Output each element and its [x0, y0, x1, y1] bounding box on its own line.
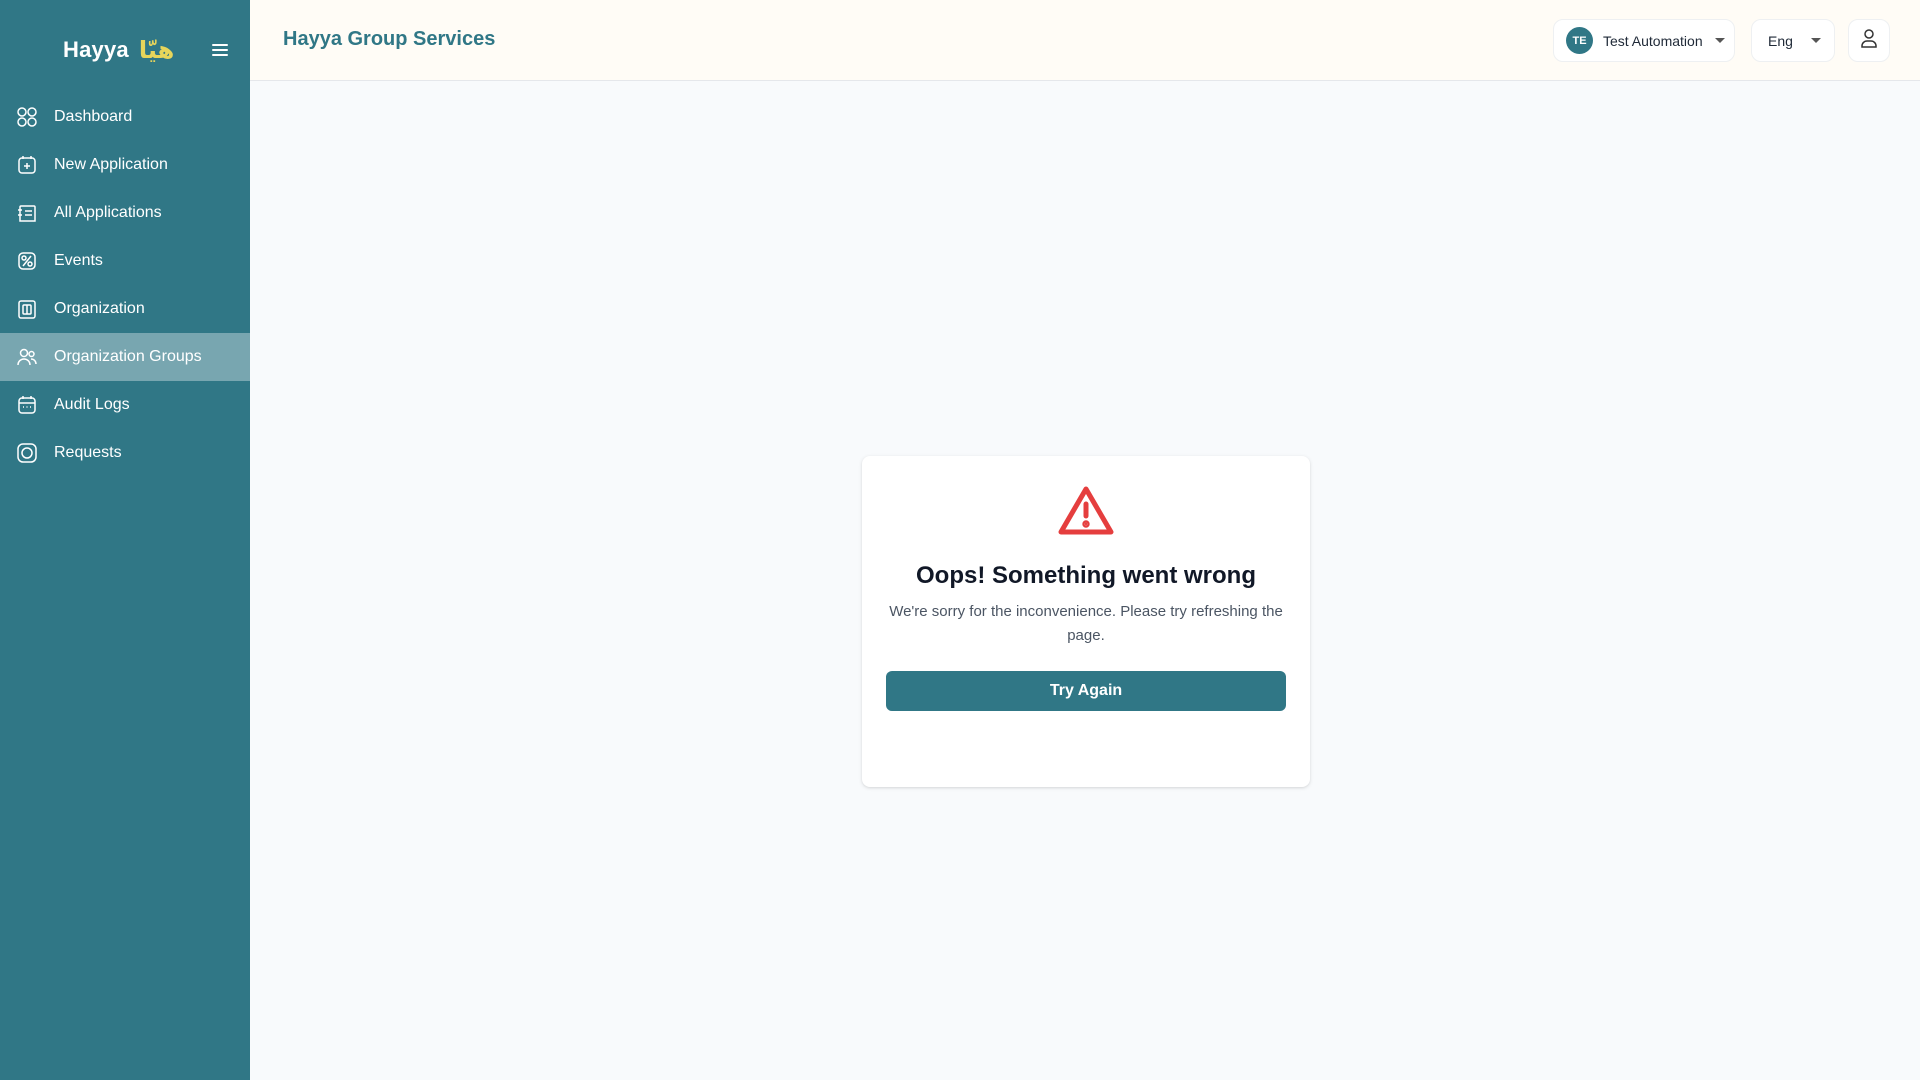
profile-button[interactable] [1848, 19, 1890, 62]
sidebar-item-label: All Applications [54, 204, 162, 221]
language-select[interactable]: Eng [1751, 19, 1835, 62]
logo-text-en: Hayya [63, 37, 129, 62]
sidebar-item-organization-groups[interactable]: Organization Groups [0, 333, 250, 381]
sidebar-item-new-application[interactable]: New Application [0, 141, 250, 189]
avatar: TE [1566, 27, 1593, 54]
menu-toggle-icon[interactable] [209, 38, 231, 62]
new-application-icon [16, 154, 38, 176]
organization-groups-icon [16, 346, 38, 368]
language-value: Eng [1768, 32, 1793, 49]
warning-triangle-icon [1056, 484, 1116, 538]
sidebar-item-label: Organization Groups [54, 348, 202, 365]
sidebar-item-label: New Application [54, 156, 168, 173]
user-name: Test Automation [1603, 32, 1703, 49]
topbar: Hayya Group Services TE Test Automation … [250, 0, 1920, 81]
sidebar-item-label: Events [54, 252, 103, 269]
sidebar-item-dashboard[interactable]: Dashboard [0, 93, 250, 141]
audit-logs-icon [16, 394, 38, 416]
sidebar-item-label: Organization [54, 300, 145, 317]
brand-area: Hayya هيّا [0, 0, 250, 100]
try-again-button[interactable]: Try Again [886, 671, 1286, 711]
sidebar-item-events[interactable]: Events [0, 237, 250, 285]
sidebar-item-organization[interactable]: Organization [0, 285, 250, 333]
sidebar-item-label: Dashboard [54, 108, 133, 125]
logo[interactable]: Hayya هيّا [63, 36, 174, 64]
sidebar-item-all-applications[interactable]: All Applications [0, 189, 250, 237]
sidebar-item-audit-logs[interactable]: Audit Logs [0, 381, 250, 429]
sidebar: Hayya هيّا Dashboard New Application All… [0, 0, 250, 1080]
user-icon [1860, 28, 1878, 53]
requests-icon [16, 442, 38, 464]
sidebar-nav: Dashboard New Application All Applicatio… [0, 93, 250, 477]
sidebar-item-label: Audit Logs [54, 396, 130, 413]
dashboard-grid-icon [16, 106, 38, 128]
logo-text-ar: هيّا [138, 36, 175, 64]
error-message: We're sorry for the inconvenience. Pleas… [889, 603, 1283, 644]
events-icon [16, 250, 38, 272]
page-title: Hayya Group Services [283, 28, 496, 50]
error-card: Oops! Something went wrong We're sorry f… [862, 456, 1310, 787]
sidebar-item-requests[interactable]: Requests [0, 429, 250, 477]
user-menu-button[interactable]: TE Test Automation [1553, 19, 1735, 62]
chevron-down-icon [1714, 38, 1725, 43]
chevron-down-icon [1810, 38, 1821, 43]
organization-icon [16, 298, 38, 320]
sidebar-item-label: Requests [54, 444, 122, 461]
error-title: Oops! Something went wrong [916, 562, 1256, 589]
all-applications-icon [16, 202, 38, 224]
